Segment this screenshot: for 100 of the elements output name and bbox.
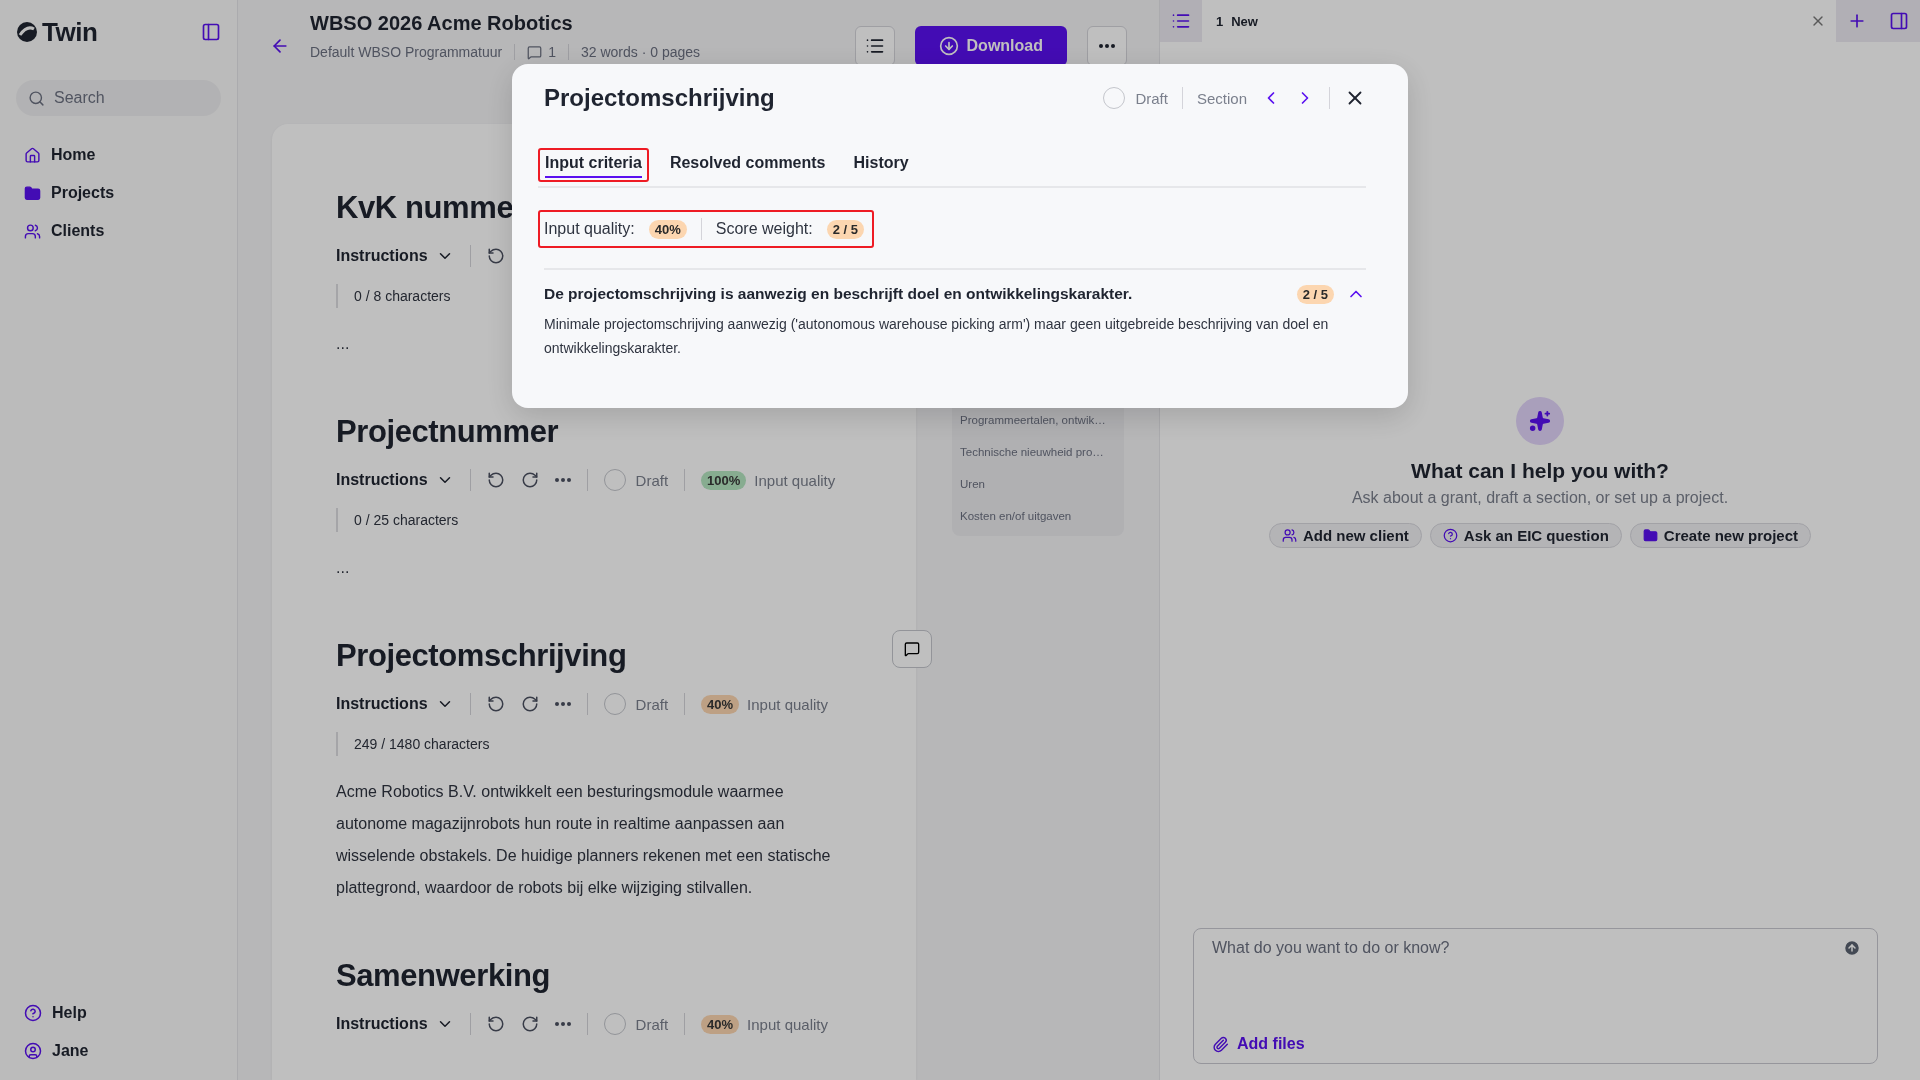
outline-item[interactable]: Programmeertalen, ontwik… [960, 410, 1116, 430]
ellipsis-icon [554, 702, 571, 706]
ellipsis-icon [554, 1022, 571, 1026]
redo-icon [520, 1015, 539, 1033]
nav-item[interactable]: Home [16, 142, 221, 168]
nav-item[interactable]: Jane [16, 1038, 221, 1064]
draft-label: Draft [635, 1015, 669, 1033]
home-icon [24, 146, 41, 164]
outline-button[interactable] [854, 26, 895, 66]
list-icon [864, 36, 885, 56]
user-icon [24, 1042, 42, 1060]
chat-input-field[interactable]: What do you want to do or know? [1212, 939, 1843, 957]
outline-item[interactable]: Kosten en/of uitgaven [960, 506, 1116, 526]
users-icon [1281, 528, 1297, 543]
more-button[interactable] [1087, 26, 1127, 66]
panel-icon [1889, 11, 1909, 31]
undo-button[interactable] [486, 471, 505, 489]
undo-icon [486, 695, 505, 713]
download-button[interactable]: Download [914, 26, 1067, 66]
quality-label: Input quality [747, 1015, 828, 1033]
undo-button[interactable] [486, 695, 505, 713]
logo-icon [16, 21, 38, 43]
section-label: Section [1196, 89, 1247, 107]
section-text: ... [336, 334, 350, 354]
ellipsis-icon [554, 478, 571, 482]
weight-badge: 2 / 5 [826, 219, 864, 239]
outline-item[interactable]: Uren [960, 474, 1116, 494]
section-title: Projectomschrijving [336, 637, 627, 675]
document-title: WBSO 2026 Acme Robotics [310, 11, 574, 36]
nav-item[interactable]: Help [16, 1000, 221, 1026]
panel-icon [201, 22, 221, 42]
instructions-dropdown[interactable]: Instructions [336, 1015, 454, 1033]
section-text: Acme Robotics B.V. ontwikkelt een besturingsmodule waarmee autonome magazijnrobots hun route in realtime aanpassen aan wisselende obstakels. De huidige planners rekenen met een statische plattegrond, waardoor de robots bij elke wijziging stilvallen. [336, 782, 832, 898]
comment-icon [904, 641, 920, 657]
outline-item[interactable]: Technische nieuwheid pro… [960, 442, 1116, 462]
redo-button[interactable] [520, 471, 539, 489]
undo-button[interactable] [486, 1015, 505, 1033]
chat-subtitle: Ask about a grant, draft a section, or set up a project. [1351, 489, 1729, 507]
dialog-tab[interactable]: Resolved comments [662, 148, 833, 182]
paperclip-icon [1212, 1035, 1229, 1053]
more-button[interactable] [554, 478, 571, 482]
redo-button[interactable] [520, 1015, 539, 1033]
users-icon [24, 222, 41, 240]
help-icon [24, 1004, 42, 1022]
suggestion-chip[interactable]: Create new project [1629, 523, 1812, 548]
search-field[interactable]: Search [16, 80, 221, 116]
weight-label: Score weight: [715, 220, 813, 238]
ellipsis-icon [1099, 44, 1115, 48]
folder-icon [24, 184, 41, 202]
criterion-title: De projectomschrijving is aanwezig en beschrijft doel en ontwikkelingskarakter. [544, 285, 1134, 303]
quality-badge: 40% [648, 219, 687, 239]
undo-icon [486, 471, 505, 489]
comment-count: 1 [527, 44, 556, 60]
chat-tab[interactable]: 1 New [1202, 13, 1272, 29]
instructions-dropdown[interactable]: Instructions [336, 247, 454, 265]
suggestion-chip[interactable]: Ask an EIC question [1429, 523, 1622, 548]
logo-text: Twin [42, 16, 98, 48]
section-text: ... [336, 558, 350, 578]
score-badge: 2 / 5 [1296, 284, 1334, 304]
more-button[interactable] [554, 702, 571, 706]
quality-badge: 40% [701, 1014, 740, 1034]
add-files-link[interactable]: Add files [1212, 1035, 1305, 1053]
dialog-tab[interactable]: History [846, 148, 916, 182]
dialog-title: Projectomschrijving [544, 84, 776, 112]
draft-label: Draft [1135, 89, 1168, 107]
chat-list-button[interactable] [1160, 0, 1202, 42]
character-count: 0 / 8 characters [336, 284, 451, 308]
character-count: 0 / 25 characters [336, 508, 459, 532]
criterion-description: Minimale projectomschrijving aanwezig ('autonomous warehouse picking arm') maar geen uitgebreide beschrijving van doel en ontwikkelingskarakter. [544, 315, 1330, 358]
more-button[interactable] [554, 1022, 571, 1026]
comment-button[interactable] [892, 630, 932, 668]
sparkle-icon [1516, 397, 1564, 445]
section-title: KvK numme [336, 189, 514, 227]
nav-item[interactable]: Projects [16, 180, 221, 206]
quality-badge: 100% [701, 470, 747, 490]
document-stats: 32 words · 0 pages [580, 44, 701, 60]
draft-label: Draft [635, 471, 669, 489]
redo-icon [520, 695, 539, 713]
program-name: Default WBSO Programmatuur [310, 44, 503, 60]
instructions-dropdown[interactable]: Instructions [336, 471, 454, 489]
chat-heading: What can I help you with? [1411, 459, 1669, 483]
draft-label: Draft [635, 695, 669, 713]
section-title: Projectnummer [336, 413, 559, 451]
dialog-tab[interactable]: Input criteria [538, 148, 649, 182]
suggestion-chip[interactable]: Add new client [1268, 523, 1422, 548]
nav-item[interactable]: Clients [16, 218, 221, 244]
character-count: 249 / 1480 characters [336, 732, 490, 756]
quality-label: Input quality: [544, 220, 635, 238]
help-icon [1442, 528, 1458, 543]
redo-button[interactable] [520, 695, 539, 713]
download-icon [938, 36, 959, 56]
quality-label: Input quality [747, 695, 828, 713]
undo-button[interactable] [486, 247, 505, 265]
instructions-dropdown[interactable]: Instructions [336, 695, 454, 713]
comment-icon [527, 44, 543, 60]
undo-icon [486, 247, 505, 265]
sidebar-toggle-button[interactable] [201, 22, 221, 42]
section-title: Samenwerking [336, 957, 550, 995]
send-icon[interactable] [1843, 939, 1861, 957]
undo-icon [486, 1015, 505, 1033]
